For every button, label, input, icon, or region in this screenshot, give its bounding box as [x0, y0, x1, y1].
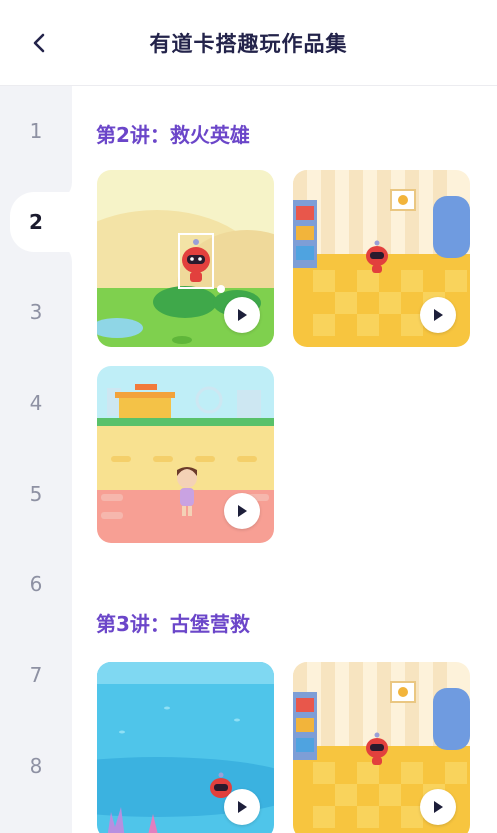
sidebar-item-6[interactable]: 6	[0, 554, 72, 614]
project-card[interactable]	[293, 662, 470, 833]
section-title: 第2讲：救火英雄	[96, 123, 250, 147]
header-bar: 有道卡搭趣玩作品集	[0, 0, 497, 86]
play-icon	[238, 309, 247, 321]
page-title: 有道卡搭趣玩作品集	[149, 32, 348, 56]
play-icon	[434, 801, 443, 813]
play-icon	[238, 505, 247, 517]
play-button[interactable]	[224, 493, 260, 529]
play-icon	[434, 309, 443, 321]
sidebar-item-8[interactable]: 8	[0, 736, 72, 796]
play-button[interactable]	[420, 789, 456, 825]
sidebar-item-1[interactable]: 1	[0, 101, 72, 161]
project-card[interactable]	[97, 170, 274, 347]
play-button[interactable]	[224, 789, 260, 825]
sidebar-item-5[interactable]: 5	[0, 464, 72, 524]
section-title: 第3讲：古堡营救	[96, 612, 250, 636]
sidebar-item-4[interactable]: 4	[0, 373, 72, 433]
lesson-sidebar: 1 2 3 4 5 6 7 8	[0, 86, 72, 833]
project-card[interactable]	[293, 170, 470, 347]
sidebar-item-3[interactable]: 3	[0, 282, 72, 342]
project-card[interactable]	[97, 366, 274, 543]
play-button[interactable]	[420, 297, 456, 333]
play-button[interactable]	[224, 297, 260, 333]
project-card[interactable]	[97, 662, 274, 833]
sidebar-item-2[interactable]: 2	[10, 192, 72, 252]
play-icon	[238, 801, 247, 813]
sidebar-item-7[interactable]: 7	[0, 645, 72, 705]
